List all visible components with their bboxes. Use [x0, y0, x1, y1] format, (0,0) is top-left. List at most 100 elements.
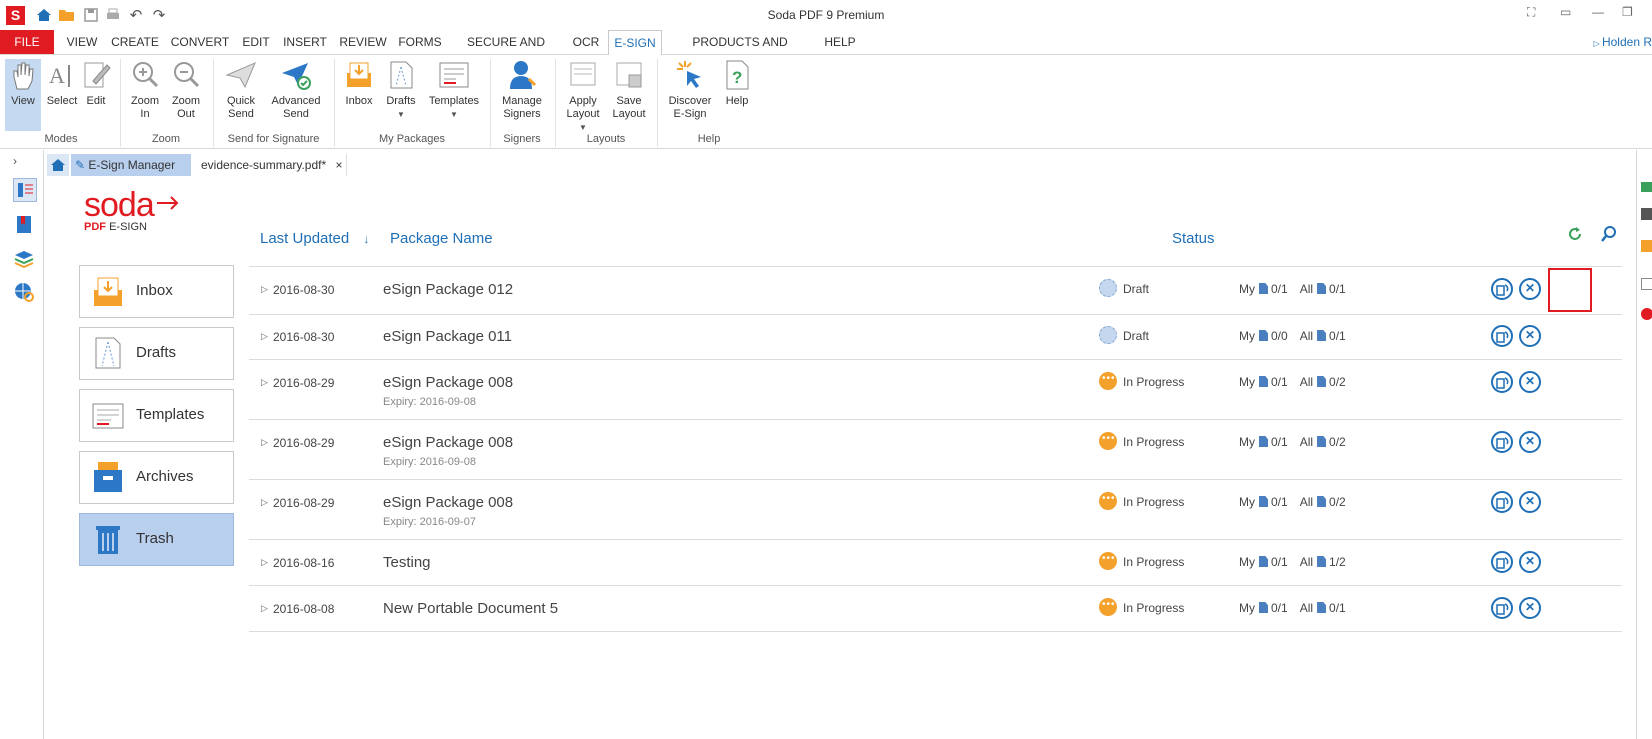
menu-ocr[interactable]: OCR	[569, 30, 603, 54]
menu-convert[interactable]: CONVERT	[169, 30, 231, 54]
paper-plane-icon	[225, 62, 256, 89]
table-row[interactable]: ▷ 2016-08-08 New Portable Document 5 •••…	[249, 586, 1622, 632]
view-mode-button[interactable]: View	[5, 59, 41, 131]
table-row[interactable]: ▷ 2016-08-16 Testing ••• In Progress My 0…	[249, 540, 1622, 586]
row-status: In Progress	[1123, 495, 1185, 509]
stamp-tool-icon[interactable]	[1641, 208, 1652, 220]
delete-permanently-button[interactable]: ✕	[1519, 325, 1541, 347]
delete-permanently-button[interactable]: ✕	[1519, 597, 1541, 619]
dropdown-arrow-icon[interactable]: ▼	[579, 123, 587, 132]
thumbnails-icon[interactable]	[13, 178, 37, 202]
reader-mode-icon[interactable]: ▭	[1560, 5, 1571, 19]
group-label-signers: Signers	[503, 133, 541, 145]
restore-icon	[1496, 603, 1509, 615]
expand-row-icon[interactable]: ▷	[261, 437, 268, 448]
expand-row-icon[interactable]: ▷	[261, 603, 268, 614]
table-row[interactable]: ▷ 2016-08-30 eSign Package 011 Draft My 0…	[249, 314, 1622, 360]
inbox-ribbon-button[interactable]: Inbox	[340, 59, 378, 108]
table-row[interactable]: ▷ 2016-08-30 eSign Package 012 Draft My 0…	[249, 266, 1622, 315]
nav-drafts-button[interactable]: Drafts	[79, 327, 234, 380]
close-tab-icon[interactable]: ×	[336, 158, 343, 172]
delete-permanently-button[interactable]: ✕	[1519, 551, 1541, 573]
discover-esign-button[interactable]: Discover E-Sign	[664, 59, 716, 121]
menu-products-and-pricing[interactable]: PRODUCTS AND PRICING	[668, 30, 812, 73]
manage-signers-button[interactable]: Manage Signers	[496, 59, 548, 121]
select-button[interactable]: A Select	[44, 59, 80, 108]
restore-from-trash-button[interactable]	[1491, 431, 1513, 453]
apply-layout-button[interactable]: Apply Layout ▼	[562, 59, 604, 134]
tab-esign-manager[interactable]: ✎ E-Sign Manager	[71, 154, 191, 176]
target-tool-icon[interactable]	[1641, 308, 1652, 320]
bookmarks-icon[interactable]	[13, 213, 35, 235]
fullscreen-icon[interactable]: ⛶	[1527, 5, 1535, 20]
restore-from-trash-button[interactable]	[1491, 278, 1513, 300]
menu-edit[interactable]: EDIT	[240, 30, 272, 54]
document-icon	[1259, 330, 1268, 341]
minimize-icon[interactable]: —	[1592, 5, 1604, 19]
save-layout-button[interactable]: Save Layout	[608, 59, 650, 121]
dropdown-arrow-icon[interactable]: ▼	[450, 110, 458, 119]
row-date: 2016-08-29	[273, 376, 335, 390]
sort-status[interactable]: Status	[1172, 230, 1215, 247]
search-icon[interactable]	[1600, 225, 1618, 246]
links-globe-icon[interactable]	[13, 281, 35, 303]
tab-document[interactable]: evidence-summary.pdf* ×	[197, 154, 347, 176]
delete-permanently-button[interactable]: ✕	[1519, 278, 1541, 300]
expand-row-icon[interactable]: ▷	[261, 497, 268, 508]
draft-status-icon	[1099, 279, 1117, 297]
table-row[interactable]: ▷ 2016-08-29 eSign Package 008 Expiry: 2…	[249, 420, 1622, 480]
menu-review[interactable]: REVIEW	[338, 30, 388, 54]
user-account-link[interactable]: ▷ Holden R	[1594, 30, 1652, 54]
menu-help[interactable]: HELP	[820, 30, 860, 54]
restore-from-trash-button[interactable]	[1491, 551, 1513, 573]
table-row[interactable]: ▷ 2016-08-29 eSign Package 008 Expiry: 2…	[249, 360, 1622, 420]
home-tab[interactable]	[47, 154, 69, 176]
zoom-out-button[interactable]: Zoom Out	[167, 59, 205, 121]
nav-templates-button[interactable]: Templates	[79, 389, 234, 442]
restore-icon[interactable]: ❐	[1622, 5, 1633, 19]
menu-esign[interactable]: E-SIGN	[608, 30, 662, 56]
restore-from-trash-button[interactable]	[1491, 325, 1513, 347]
fax-tool-icon[interactable]	[1641, 240, 1652, 252]
expand-panel-icon[interactable]: ›	[13, 154, 17, 168]
menu-insert[interactable]: INSERT	[281, 30, 329, 54]
nav-inbox-button[interactable]: Inbox	[79, 265, 234, 318]
expand-row-icon[interactable]: ▷	[261, 284, 268, 295]
menu-create[interactable]: CREATE	[110, 30, 160, 54]
delete-permanently-button[interactable]: ✕	[1519, 431, 1541, 453]
templates-ribbon-button[interactable]: Templates ▼	[424, 59, 484, 121]
delete-permanently-button[interactable]: ✕	[1519, 491, 1541, 513]
restore-from-trash-button[interactable]	[1491, 597, 1513, 619]
drafts-ribbon-button[interactable]: Drafts ▼	[382, 59, 420, 121]
edit-tool-icon[interactable]	[1641, 182, 1652, 192]
dropdown-arrow-icon[interactable]: ▼	[397, 110, 405, 119]
expand-row-icon[interactable]: ▷	[261, 557, 268, 568]
expand-row-icon[interactable]: ▷	[261, 377, 268, 388]
restore-from-trash-button[interactable]	[1491, 491, 1513, 513]
restore-from-trash-button[interactable]	[1491, 371, 1513, 393]
delete-permanently-button[interactable]: ✕	[1519, 371, 1541, 393]
home-icon	[51, 159, 65, 171]
menu-forms[interactable]: FORMS	[397, 30, 443, 54]
nav-archives-button[interactable]: Archives	[79, 451, 234, 504]
menu-view[interactable]: VIEW	[63, 30, 101, 54]
row-status: In Progress	[1123, 555, 1185, 569]
trash-icon	[96, 526, 120, 554]
document-icon	[1317, 602, 1327, 613]
help-ribbon-button[interactable]: ? Help	[720, 59, 754, 108]
expand-row-icon[interactable]: ▷	[261, 331, 268, 342]
layers-icon[interactable]	[13, 247, 35, 269]
in-progress-status-icon: •••	[1099, 492, 1117, 510]
menu-secure-and-sign[interactable]: SECURE AND SIGN	[452, 30, 560, 73]
zoom-in-button[interactable]: Zoom In	[126, 59, 164, 121]
nav-trash-button[interactable]: Trash	[79, 513, 234, 566]
quick-send-button[interactable]: Quick Send	[220, 59, 262, 121]
table-row[interactable]: ▷ 2016-08-29 eSign Package 008 Expiry: 2…	[249, 480, 1622, 540]
menu-file[interactable]: FILE	[0, 30, 54, 54]
sort-last-updated[interactable]: Last Updated ↓	[260, 230, 369, 247]
refresh-icon[interactable]	[1566, 225, 1584, 246]
advanced-send-button[interactable]: Advanced Send	[268, 59, 324, 121]
attach-tool-icon[interactable]	[1641, 278, 1652, 290]
edit-button[interactable]: Edit	[80, 59, 112, 108]
sort-package-name[interactable]: Package Name	[390, 230, 493, 247]
